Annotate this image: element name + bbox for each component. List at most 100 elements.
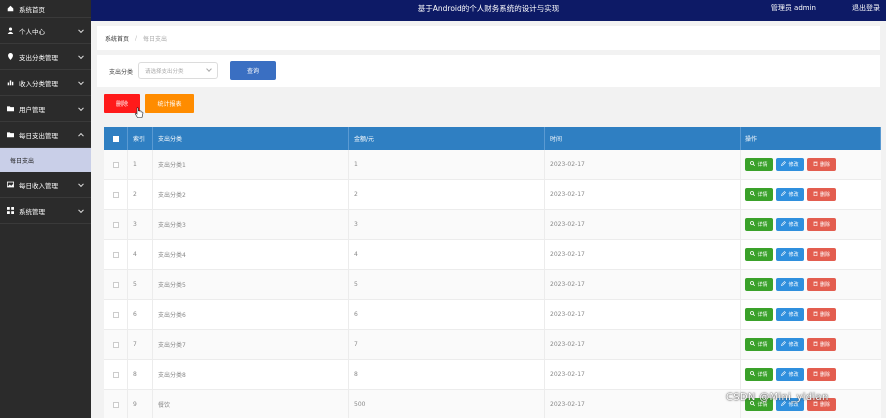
row-select-cell bbox=[104, 300, 128, 329]
sidebar-item-users[interactable]: 用户管理 bbox=[0, 96, 91, 122]
row-checkbox[interactable] bbox=[112, 341, 119, 348]
cell-time: 2023-02-17 bbox=[545, 270, 741, 299]
detail-button[interactable]: 详情 bbox=[745, 278, 773, 291]
sidebar-item-label: 系统管理 bbox=[19, 207, 45, 216]
row-checkbox[interactable] bbox=[112, 371, 119, 378]
row-checkbox[interactable] bbox=[112, 191, 119, 198]
row-select-cell bbox=[104, 210, 128, 239]
detail-label: 详情 bbox=[757, 162, 768, 168]
row-checkbox[interactable] bbox=[112, 401, 119, 408]
row-delete-button[interactable]: 删除 bbox=[807, 368, 836, 381]
detail-button[interactable]: 详情 bbox=[745, 338, 773, 351]
sidebar-subitem-daily-expense[interactable]: 每日支出 bbox=[0, 148, 91, 172]
folder-icon bbox=[7, 131, 14, 138]
edit-label: 修改 bbox=[788, 372, 799, 378]
cell-amount: 3 bbox=[349, 210, 545, 239]
row-delete-button[interactable]: 删除 bbox=[807, 248, 836, 261]
row-delete-button[interactable]: 删除 bbox=[807, 158, 836, 171]
sidebar: 系统首页 个人中心 支出分类管理 收入分类管理 用户管理 每日支出管理 每日支出… bbox=[0, 0, 91, 418]
row-checkbox[interactable] bbox=[112, 161, 119, 168]
sidebar-item-daily-expense[interactable]: 每日支出管理 bbox=[0, 122, 91, 148]
row-delete-button[interactable]: 删除 bbox=[807, 218, 836, 231]
cell-actions: 详情 修改 删除 bbox=[741, 330, 881, 359]
trash-icon bbox=[813, 161, 818, 168]
row-checkbox[interactable] bbox=[112, 251, 119, 258]
chevron-up-icon bbox=[78, 132, 84, 139]
cell-time: 2023-02-17 bbox=[545, 300, 741, 329]
edit-button[interactable]: 修改 bbox=[776, 308, 804, 321]
row-checkbox[interactable] bbox=[112, 221, 119, 228]
cell-amount: 6 bbox=[349, 300, 545, 329]
edit-button[interactable]: 修改 bbox=[776, 338, 804, 351]
cell-index: 8 bbox=[128, 360, 153, 389]
breadcrumb-separator: / bbox=[135, 34, 138, 42]
edit-icon bbox=[781, 221, 787, 228]
cell-actions: 详情 修改 删除 bbox=[741, 150, 881, 179]
cell-index: 5 bbox=[128, 270, 153, 299]
detail-button[interactable]: 详情 bbox=[745, 308, 773, 321]
search-icon bbox=[750, 281, 756, 288]
image-icon bbox=[7, 181, 14, 188]
cell-index: 3 bbox=[128, 210, 153, 239]
category-select[interactable]: 请选择支出分类 bbox=[138, 62, 218, 79]
edit-button[interactable]: 修改 bbox=[776, 278, 804, 291]
sidebar-item-expense-category[interactable]: 支出分类管理 bbox=[0, 44, 91, 70]
row-delete-button[interactable]: 删除 bbox=[807, 308, 836, 321]
detail-button[interactable]: 详情 bbox=[745, 188, 773, 201]
edit-label: 修改 bbox=[788, 342, 799, 348]
cell-category: 支出分类5 bbox=[153, 270, 349, 299]
search-icon bbox=[750, 191, 756, 198]
sidebar-item-home[interactable]: 系统首页 bbox=[0, 0, 91, 18]
user-label: 管理员 admin bbox=[770, 4, 816, 12]
detail-label: 详情 bbox=[757, 372, 768, 378]
chevron-down-icon bbox=[78, 206, 84, 213]
edit-icon bbox=[781, 371, 787, 378]
delete-label: 删除 bbox=[819, 162, 830, 168]
table-row: 3 支出分类3 3 2023-02-17 详情 修改 删除 bbox=[104, 210, 881, 240]
breadcrumb-home[interactable]: 系统首页 bbox=[105, 34, 129, 43]
delete-label: 删除 bbox=[819, 372, 830, 378]
detail-button[interactable]: 详情 bbox=[745, 248, 773, 261]
sidebar-item-income-category[interactable]: 收入分类管理 bbox=[0, 70, 91, 96]
watermark: CSDN @Mini_yidian bbox=[726, 392, 829, 403]
edit-icon bbox=[781, 281, 787, 288]
row-select-cell bbox=[104, 240, 128, 269]
sidebar-item-system[interactable]: 系统管理 bbox=[0, 198, 91, 224]
row-delete-button[interactable]: 删除 bbox=[807, 278, 836, 291]
filter-bar: 支出分类 请选择支出分类 查询 bbox=[97, 55, 880, 87]
trash-icon bbox=[813, 191, 818, 198]
detail-button[interactable]: 详情 bbox=[745, 218, 773, 231]
detail-button[interactable]: 详情 bbox=[745, 368, 773, 381]
row-checkbox[interactable] bbox=[112, 311, 119, 318]
select-all-checkbox[interactable] bbox=[112, 135, 119, 142]
sidebar-item-daily-income[interactable]: 每日收入管理 bbox=[0, 172, 91, 198]
edit-button[interactable]: 修改 bbox=[776, 218, 804, 231]
edit-button[interactable]: 修改 bbox=[776, 188, 804, 201]
cell-actions: 详情 修改 删除 bbox=[741, 300, 881, 329]
edit-label: 修改 bbox=[788, 222, 799, 228]
detail-label: 详情 bbox=[757, 222, 768, 228]
table-row: 4 支出分类4 4 2023-02-17 详情 修改 删除 bbox=[104, 240, 881, 270]
edit-label: 修改 bbox=[788, 162, 799, 168]
query-button[interactable]: 查询 bbox=[230, 61, 276, 80]
cell-category: 支出分类8 bbox=[153, 360, 349, 389]
edit-button[interactable]: 修改 bbox=[776, 248, 804, 261]
home-icon bbox=[7, 5, 14, 12]
sidebar-item-label: 用户管理 bbox=[19, 105, 45, 114]
edit-button[interactable]: 修改 bbox=[776, 368, 804, 381]
search-icon bbox=[750, 221, 756, 228]
table-body: 1 支出分类1 1 2023-02-17 详情 修改 删除 2 支出分类2 2 2023-02-17… bbox=[104, 150, 881, 418]
edit-button[interactable]: 修改 bbox=[776, 158, 804, 171]
logout-link[interactable]: 退出登录 bbox=[852, 3, 880, 13]
stats-report-button[interactable]: 统计报表 bbox=[145, 94, 194, 113]
trash-icon bbox=[813, 341, 818, 348]
row-delete-button[interactable]: 删除 bbox=[807, 338, 836, 351]
header-amount: 金额/元 bbox=[349, 127, 545, 150]
detail-button[interactable]: 详情 bbox=[745, 158, 773, 171]
sidebar-item-profile[interactable]: 个人中心 bbox=[0, 18, 91, 44]
row-checkbox[interactable] bbox=[112, 281, 119, 288]
cell-actions: 详情 修改 删除 bbox=[741, 240, 881, 269]
row-delete-button[interactable]: 删除 bbox=[807, 188, 836, 201]
detail-label: 详情 bbox=[757, 342, 768, 348]
sidebar-item-label: 个人中心 bbox=[19, 27, 45, 36]
